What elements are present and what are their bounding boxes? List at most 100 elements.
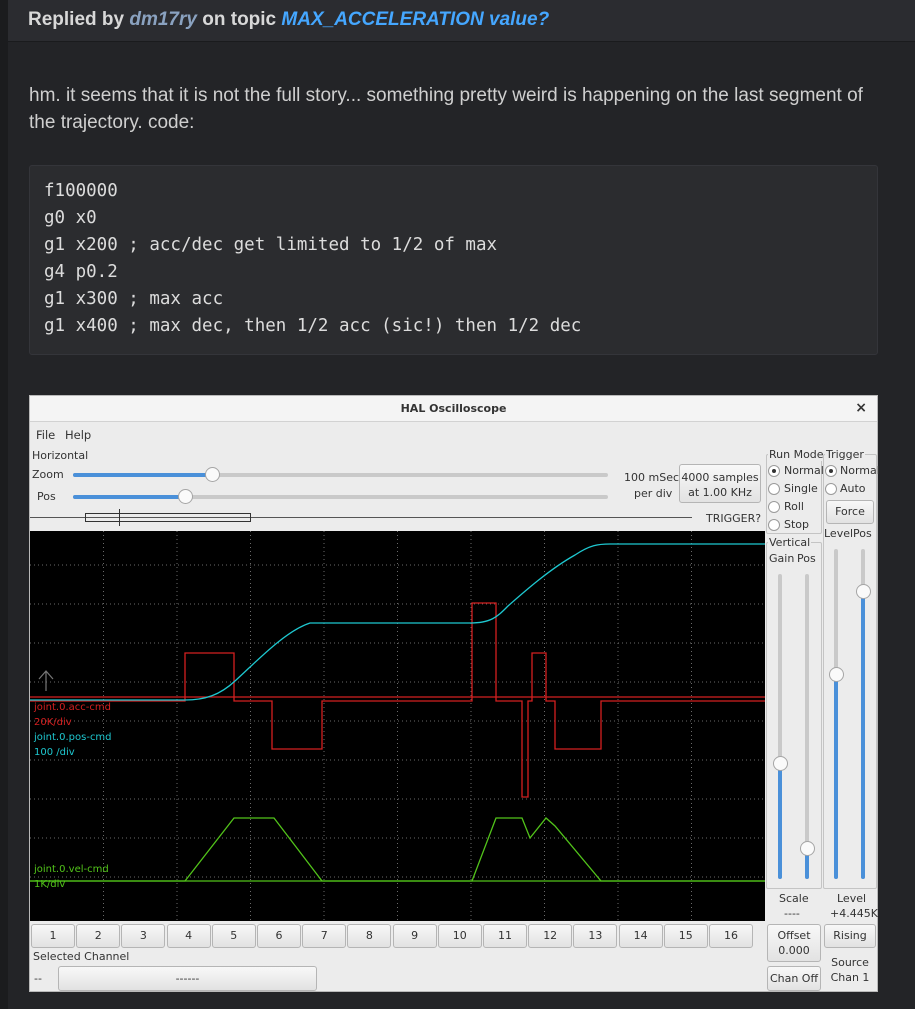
trigger-auto-radio[interactable] xyxy=(825,483,837,495)
channel-button-1[interactable]: 1 xyxy=(31,924,75,948)
vertical-frame xyxy=(766,542,822,889)
chan-off-button[interactable]: Chan Off xyxy=(767,966,821,991)
zoom-slider[interactable] xyxy=(73,473,608,477)
trigger-normal-radio[interactable] xyxy=(825,465,837,477)
channel-button-9[interactable]: 9 xyxy=(392,924,437,948)
selected-channel-label: Selected Channel xyxy=(33,950,130,963)
scale-label: Scale xyxy=(779,892,809,905)
run-mode-roll-radio[interactable] xyxy=(768,501,780,513)
trigger-level-slider-knob[interactable] xyxy=(829,666,844,682)
hal-oscilloscope-window: HAL Oscilloscope × File Help Horizontal … xyxy=(29,395,880,992)
selected-channel-value: -- xyxy=(34,972,42,985)
reply-prefix: Replied by xyxy=(28,9,125,30)
channel-button-7[interactable]: 7 xyxy=(302,924,347,948)
source-line2: Chan 1 xyxy=(830,971,870,984)
trigger-label: Trigger xyxy=(825,448,865,461)
run-mode-stop-radio[interactable] xyxy=(768,519,780,531)
zoom-slider-fill xyxy=(73,473,213,477)
run-mode-normal-radio[interactable] xyxy=(768,465,780,477)
trigger-normal-label: Normal xyxy=(840,464,880,477)
offset-line2: 0.000 xyxy=(778,944,810,957)
vertical-label: Vertical xyxy=(768,536,812,549)
horizontal-pos-slider[interactable] xyxy=(73,495,608,499)
vertical-pos-slider[interactable] xyxy=(805,574,809,879)
channel-button-5[interactable]: 5 xyxy=(211,924,256,948)
menu-help[interactable]: Help xyxy=(65,428,91,442)
run-mode-single-radio[interactable] xyxy=(768,483,780,495)
vertical-gain-label: Gain xyxy=(769,552,795,565)
vertical-gain-slider-knob[interactable] xyxy=(773,755,788,771)
channel-button-13[interactable]: 13 xyxy=(573,924,618,948)
trace-label-acc: joint.0.acc-cmd xyxy=(34,702,111,713)
channel-button-12[interactable]: 12 xyxy=(528,924,573,948)
topic-link[interactable]: MAX_ACCELERATION value? xyxy=(281,9,549,30)
horizontal-pos-slider-knob[interactable] xyxy=(177,489,193,504)
trigger-level-slider-fill xyxy=(834,674,838,879)
scope-canvas xyxy=(30,531,765,921)
vertical-gain-slider-fill xyxy=(778,763,782,879)
vertical-gain-slider[interactable] xyxy=(778,574,782,879)
code-line: g1 x200 ; acc/dec get limited to 1/2 of … xyxy=(44,235,498,255)
run-mode-single-label: Single xyxy=(784,482,818,495)
source-button[interactable]: Source Chan 1 xyxy=(824,953,876,991)
offset-button[interactable]: Offset 0.000 xyxy=(767,924,821,962)
code-line: g4 p0.2 xyxy=(44,262,118,282)
samples-button[interactable]: 4000 samples at 1.00 KHz xyxy=(679,464,761,503)
channel-button-6[interactable]: 6 xyxy=(257,924,301,948)
record-window-box[interactable] xyxy=(85,513,251,522)
menu-file[interactable]: File xyxy=(36,428,55,442)
channel-button-16[interactable]: 16 xyxy=(709,924,753,948)
trace-label-pos: joint.0.pos-cmd xyxy=(34,732,112,743)
timebase-line1: 100 mSec xyxy=(624,471,680,484)
trace-label-vel: joint.0.vel-cmd xyxy=(34,864,109,875)
trigger-auto-label: Auto xyxy=(840,482,866,495)
samples-line1: 4000 samples xyxy=(681,471,759,484)
vertical-pos-label: Pos xyxy=(797,552,816,565)
pos-label: Pos xyxy=(37,490,56,503)
horizontal-label: Horizontal xyxy=(32,449,89,462)
trigger-arrow-icon xyxy=(38,670,54,691)
code-line: g1 x400 ; max dec, then 1/2 acc (sic!) t… xyxy=(44,316,582,336)
scale-value: ---- xyxy=(784,907,800,920)
run-mode-roll-label: Roll xyxy=(784,500,804,513)
trigger-status: TRIGGER? xyxy=(706,512,762,525)
trigger-level-slider[interactable] xyxy=(834,549,838,879)
trigger-level-label: Level xyxy=(824,527,854,540)
menubar: File Help xyxy=(30,423,877,447)
author-link[interactable]: dm17ry xyxy=(129,9,197,30)
run-mode-normal-label: Normal xyxy=(784,464,824,477)
code-line: g1 x300 ; max acc xyxy=(44,289,224,309)
selected-channel-name-button[interactable]: ------ xyxy=(58,966,317,991)
trigger-pos-label: Pos xyxy=(853,527,872,540)
run-mode-label: Run Mode xyxy=(768,448,825,461)
vertical-pos-slider-knob[interactable] xyxy=(800,841,815,856)
force-button[interactable]: Force xyxy=(826,500,874,524)
source-line1: Source xyxy=(831,956,869,969)
channel-button-4[interactable]: 4 xyxy=(166,924,211,948)
window-titlebar: HAL Oscilloscope × xyxy=(30,396,877,422)
channel-button-3[interactable]: 3 xyxy=(121,924,166,948)
rising-button[interactable]: Rising xyxy=(824,924,876,948)
samples-line2: at 1.00 KHz xyxy=(688,486,752,499)
scope-display[interactable]: joint.0.acc-cmd 20K/div joint.0.pos-cmd … xyxy=(30,531,765,921)
record-cursor xyxy=(119,509,120,526)
timebase-line2: per div xyxy=(634,487,673,500)
channel-button-15[interactable]: 15 xyxy=(663,924,708,948)
trigger-pos-slider-fill xyxy=(861,591,865,879)
zoom-slider-knob[interactable] xyxy=(204,467,220,482)
channel-button-14[interactable]: 14 xyxy=(618,924,663,948)
code-line: g0 x0 xyxy=(44,208,97,228)
trace-scale-pos: 100 /div xyxy=(34,747,75,758)
channel-button-10[interactable]: 10 xyxy=(437,924,482,948)
reply-header: Replied by dm17ry on topic MAX_ACCELERAT… xyxy=(8,0,915,42)
code-block: f100000 g0 x0 g1 x200 ; acc/dec get limi… xyxy=(29,165,878,355)
close-icon[interactable]: × xyxy=(855,400,867,416)
post-text: hm. it seems that it is not the full sto… xyxy=(29,85,863,133)
trace-scale-vel: 1K/div xyxy=(34,879,66,890)
channel-button-11[interactable]: 11 xyxy=(483,924,527,948)
level-value: +4.445K xyxy=(830,907,878,920)
run-mode-stop-label: Stop xyxy=(784,518,810,531)
channel-button-8[interactable]: 8 xyxy=(347,924,392,948)
channel-button-2[interactable]: 2 xyxy=(76,924,121,948)
scope-grid xyxy=(30,531,765,921)
